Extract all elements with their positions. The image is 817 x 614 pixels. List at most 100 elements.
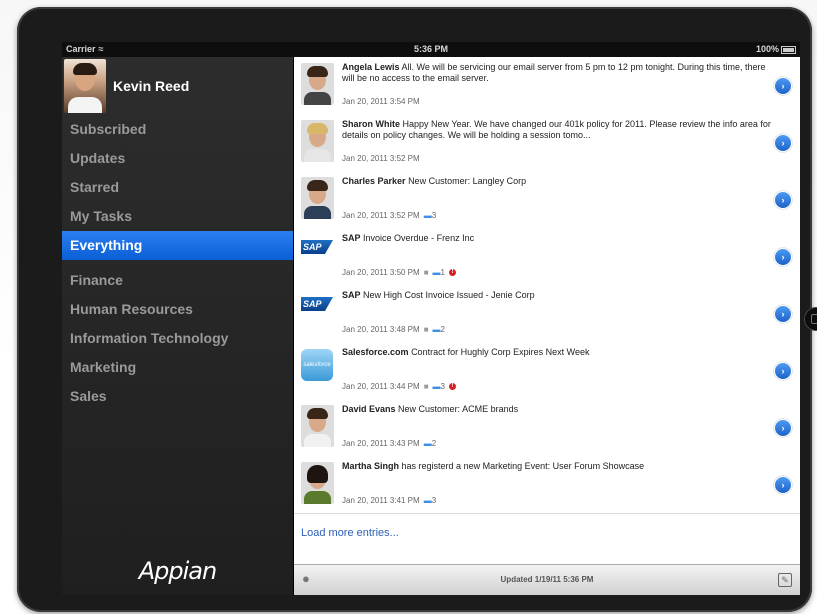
- feed-item-meta: Jan 20, 2011 3:52 PM ▬3: [342, 211, 436, 220]
- sidebar-item-starred[interactable]: Starred: [62, 173, 293, 202]
- sidebar-item-my-tasks[interactable]: My Tasks: [62, 202, 293, 231]
- comment-icon: ▬: [423, 211, 432, 220]
- disclosure-arrow-icon[interactable]: ›: [774, 362, 792, 380]
- app-screen: Carrier ≈ 5:36 PM 100% Kevin Reed Subscri…: [62, 42, 800, 595]
- feed-item-timestamp: Jan 20, 2011 3:44 PM: [342, 382, 420, 391]
- comment-icon: ▬: [423, 496, 432, 505]
- home-button[interactable]: [804, 307, 817, 331]
- sidebar: Kevin Reed Subscribed Updates Starred My…: [62, 57, 293, 595]
- comment-count: 3: [431, 496, 437, 505]
- sidebar-item-sales[interactable]: Sales: [62, 382, 293, 411]
- feed-item-meta: Jan 20, 2011 3:48 PM ■ ▬2: [342, 325, 445, 334]
- disclosure-arrow-icon[interactable]: ›: [774, 305, 792, 323]
- activity-feed: Angela Lewis All. We will be servicing o…: [294, 57, 800, 595]
- feed-item-text: Salesforce.com Contract for Hughly Corp …: [342, 347, 774, 358]
- sidebar-item-everything[interactable]: Everything: [62, 231, 293, 260]
- feed-item-timestamp: Jan 20, 2011 3:52 PM: [342, 154, 420, 163]
- feed-item[interactable]: salesforce Salesforce.com Contract for H…: [294, 342, 800, 400]
- alert-icon: !: [448, 269, 456, 277]
- disclosure-arrow-icon[interactable]: ›: [774, 248, 792, 266]
- comment-count: 1: [440, 268, 445, 277]
- feed-item[interactable]: Sharon White Happy New Year. We have cha…: [294, 114, 800, 172]
- disclosure-arrow-icon[interactable]: ›: [774, 419, 792, 437]
- feed-item-text: SAP New High Cost Invoice Issued - Jenie…: [342, 290, 774, 301]
- sap-logo: SAP: [301, 297, 333, 311]
- feed-item-text: SAP Invoice Overdue - Frenz Inc: [342, 233, 774, 244]
- sidebar-item-information-technology[interactable]: Information Technology: [62, 324, 293, 353]
- feed-item-meta: Jan 20, 2011 3:43 PM ▬2: [342, 439, 436, 448]
- battery-indicator: 100%: [756, 44, 796, 54]
- avatar: [301, 177, 334, 219]
- feed-item-message: has registerd a new Marketing Event: Use…: [401, 461, 645, 471]
- feed-item-timestamp: Jan 20, 2011 3:54 PM: [342, 97, 420, 106]
- status-bar: Carrier ≈ 5:36 PM 100%: [62, 42, 800, 57]
- feed-item[interactable]: Charles Parker New Customer: Langley Cor…: [294, 171, 800, 229]
- feed-item-author: Salesforce.com: [342, 347, 409, 357]
- feed-item[interactable]: SAP SAP New High Cost Invoice Issued - J…: [294, 285, 800, 343]
- battery-percent: 100%: [755, 44, 779, 54]
- sidebar-item-updates[interactable]: Updates: [62, 144, 293, 173]
- tablet-frame: Carrier ≈ 5:36 PM 100% Kevin Reed Subscri…: [17, 7, 817, 612]
- disclosure-arrow-icon[interactable]: ›: [774, 191, 792, 209]
- feed-item-author: SAP: [342, 233, 361, 243]
- feed-item-message: Happy New Year. We have changed our 401k…: [342, 119, 771, 140]
- feed-item-author: Angela Lewis: [342, 62, 400, 72]
- feed-item-message: All. We will be servicing our email serv…: [342, 62, 766, 83]
- feed-item-message: New High Cost Invoice Issued - Jenie Cor…: [363, 290, 535, 300]
- compose-icon[interactable]: ✎: [778, 573, 792, 587]
- load-more-link[interactable]: Load more entries...: [301, 527, 399, 539]
- salesforce-logo: salesforce: [301, 349, 333, 381]
- user-profile[interactable]: Kevin Reed: [62, 57, 293, 115]
- feed-item-timestamp: Jan 20, 2011 3:50 PM: [342, 268, 420, 277]
- lock-icon: ■: [423, 325, 429, 334]
- feed-item-text: Angela Lewis All. We will be servicing o…: [342, 62, 774, 84]
- avatar: [301, 120, 334, 162]
- disclosure-arrow-icon[interactable]: ›: [774, 134, 792, 152]
- feed-item-message: Invoice Overdue - Frenz Inc: [363, 233, 475, 243]
- feed-item[interactable]: David Evans New Customer: ACME brands Ja…: [294, 399, 800, 457]
- feed-item[interactable]: Angela Lewis All. We will be servicing o…: [294, 57, 800, 115]
- sidebar-item-marketing[interactable]: Marketing: [62, 353, 293, 382]
- feed-item-meta: Jan 20, 2011 3:54 PM: [342, 97, 420, 106]
- feed-item-meta: Jan 20, 2011 3:44 PM ■ ▬3!: [342, 382, 456, 391]
- sidebar-item-human-resources[interactable]: Human Resources: [62, 295, 293, 324]
- feed-item-timestamp: Jan 20, 2011 3:41 PM: [342, 496, 420, 505]
- avatar: [301, 63, 334, 105]
- comment-count: 3: [440, 382, 445, 391]
- sidebar-item-subscribed[interactable]: Subscribed: [62, 115, 293, 144]
- feed-item[interactable]: Martha Singh has registerd a new Marketi…: [294, 456, 800, 514]
- feed-item-timestamp: Jan 20, 2011 3:43 PM: [342, 439, 420, 448]
- sap-logo: SAP: [301, 240, 333, 254]
- status-clock: 5:36 PM: [413, 44, 448, 54]
- feed-item-author: SAP: [342, 290, 361, 300]
- disclosure-arrow-icon[interactable]: ›: [774, 77, 792, 95]
- feed-item-meta: Jan 20, 2011 3:41 PM ▬3: [342, 496, 436, 505]
- feed-item-message: Contract for Hughly Corp Expires Next We…: [411, 347, 590, 357]
- alert-icon: !: [448, 383, 456, 391]
- feed-item-author: David Evans: [342, 404, 396, 414]
- feed-item[interactable]: SAP SAP Invoice Overdue - Frenz Inc Jan …: [294, 228, 800, 286]
- feed-item-message: New Customer: Langley Corp: [408, 176, 527, 186]
- comment-count: 2: [440, 325, 445, 334]
- comment-icon: ▬: [432, 268, 441, 277]
- feed-item-author: Martha Singh: [342, 461, 400, 471]
- sidebar-item-finance[interactable]: Finance: [62, 266, 293, 295]
- feed-item-meta: Jan 20, 2011 3:50 PM ■ ▬1!: [342, 268, 456, 277]
- battery-icon: [781, 45, 796, 54]
- feed-item-timestamp: Jan 20, 2011 3:48 PM: [342, 325, 420, 334]
- sidebar-nav: Subscribed Updates Starred My Tasks Ever…: [62, 115, 293, 411]
- feed-item-message: New Customer: ACME brands: [398, 404, 519, 414]
- disclosure-arrow-icon[interactable]: ›: [774, 476, 792, 494]
- profile-name: Kevin Reed: [113, 78, 190, 94]
- lock-icon: ■: [423, 382, 429, 391]
- feed-item-author: Charles Parker: [342, 176, 406, 186]
- lock-icon: ■: [423, 268, 429, 277]
- feed-item-meta: Jan 20, 2011 3:52 PM: [342, 154, 420, 163]
- appian-logo: Appian: [138, 557, 217, 585]
- avatar[interactable]: [64, 59, 106, 113]
- feed-item-text: Charles Parker New Customer: Langley Cor…: [342, 176, 774, 187]
- bottom-toolbar: ● Updated 1/19/11 5:36 PM ✎: [294, 564, 800, 595]
- comment-icon: ▬: [432, 325, 441, 334]
- feed-item-text: Martha Singh has registerd a new Marketi…: [342, 461, 774, 472]
- feed-item-author: Sharon White: [342, 119, 400, 129]
